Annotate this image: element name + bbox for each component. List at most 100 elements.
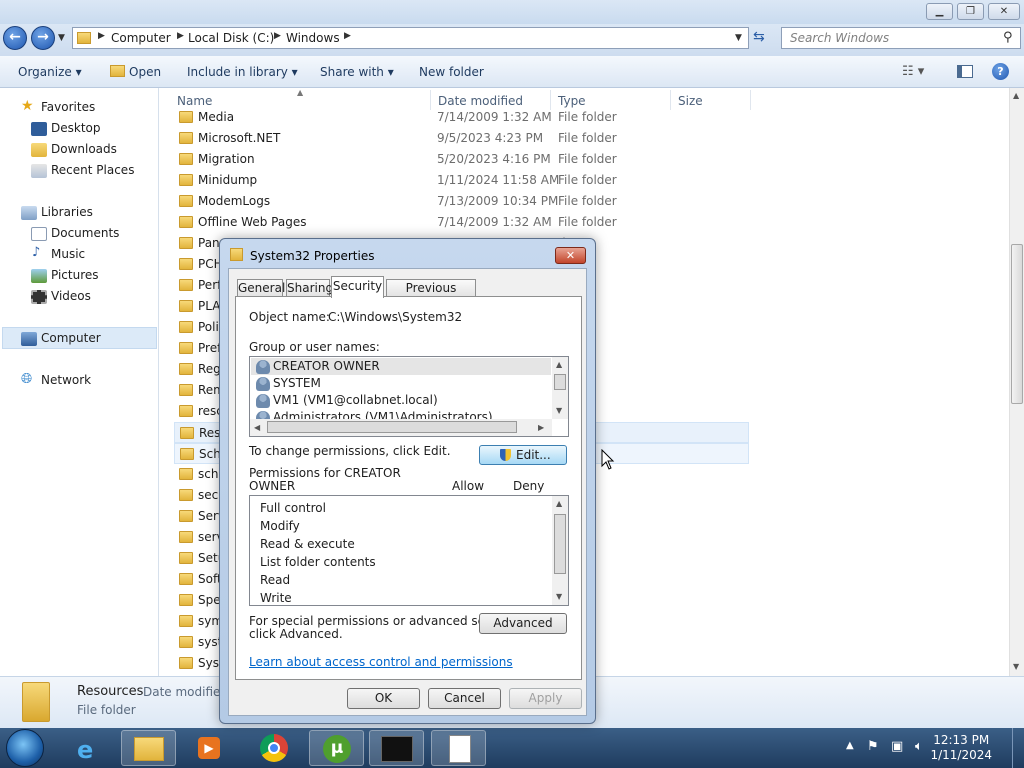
table-row[interactable]: Minidump 1/11/2024 11:58 AM File folder [174,170,749,191]
breadcrumb-separator-icon[interactable]: ▶ [98,31,105,41]
system-clock[interactable]: 12:13 PM 1/11/2024 [930,733,992,763]
scrollbar-thumb[interactable] [554,374,566,390]
help-icon[interactable]: ? [992,63,1009,80]
scroll-up-icon[interactable]: ▲ [1013,91,1019,100]
tab-security[interactable]: Security [331,276,384,298]
apply-button[interactable]: Apply [509,688,582,709]
nav-recent-places[interactable]: Recent Places [51,163,134,177]
breadcrumb-local-disk[interactable]: Local Disk (C:) [188,31,274,45]
start-button[interactable] [6,729,44,767]
permissions-vscroll[interactable]: ▲ ▼ [552,496,568,605]
nav-downloads[interactable]: Downloads [51,142,117,156]
folder-icon [179,321,193,333]
learn-access-control-link[interactable]: Learn about access control and permissio… [249,655,513,669]
address-history-dropdown-icon[interactable]: ▼ [735,33,742,43]
breadcrumb-windows[interactable]: Windows [286,31,340,45]
share-with-button[interactable]: Share with ▾ [320,65,394,79]
folder-icon [179,531,193,543]
show-desktop-button[interactable] [1012,728,1024,768]
column-name[interactable]: Name [177,94,212,108]
action-center-icon[interactable]: ⚑ [867,739,879,754]
network-tray-icon[interactable]: ▣ [891,739,903,754]
breadcrumb-separator-icon[interactable]: ▶ [177,31,184,41]
nav-libraries[interactable]: Libraries [41,205,93,219]
include-in-library-button[interactable]: Include in library ▾ [187,65,298,79]
nav-computer[interactable]: Computer [41,331,101,345]
scroll-left-icon[interactable]: ◀ [254,423,260,432]
file-type: File folder [558,110,617,124]
group-users-label: Group or user names: [249,340,380,354]
close-window-button[interactable]: ✕ [988,3,1020,20]
scroll-right-icon[interactable]: ▶ [538,423,544,432]
list-item[interactable]: CREATOR OWNER [251,358,551,375]
tab-previous-versions[interactable]: Previous Versions [386,279,476,311]
column-date-modified[interactable]: Date modified [438,94,523,108]
taskbar-windows-explorer[interactable] [121,730,176,766]
users-vscroll[interactable]: ▲ ▼ [552,357,568,419]
table-row[interactable]: Media 7/14/2009 1:32 AM File folder [174,107,749,128]
column-divider[interactable] [750,90,751,110]
cancel-button[interactable]: Cancel [428,688,501,709]
scrollbar-thumb[interactable] [1011,244,1023,404]
scroll-up-icon[interactable]: ▲ [556,499,562,508]
taskbar-chrome[interactable] [247,730,302,766]
dialog-close-button[interactable]: ✕ [555,247,586,264]
ok-button[interactable]: OK [347,688,420,709]
list-item[interactable]: SYSTEM [251,375,551,392]
users-listbox[interactable]: CREATOR OWNER SYSTEM VM1 (VM1@collabnet.lo… [249,356,569,437]
table-row[interactable]: Migration 5/20/2023 4:16 PM File folder [174,149,749,170]
column-type[interactable]: Type [558,94,586,108]
file-date: 7/14/2009 1:32 AM [437,215,552,229]
refresh-icon[interactable]: ⇆ [753,29,765,45]
nav-network[interactable]: Network [41,373,91,387]
nav-music[interactable]: Music [51,247,85,261]
taskbar-media-player[interactable]: ▶ [182,730,237,766]
table-row[interactable]: Offline Web Pages 7/14/2009 1:32 AM File f… [174,212,749,233]
open-button[interactable]: Open [129,65,161,79]
downloads-icon [31,143,47,157]
taskbar-notepad[interactable] [431,730,486,766]
new-folder-button[interactable]: New folder [419,65,484,79]
nav-favorites[interactable]: Favorites [41,100,95,114]
users-hscroll[interactable]: ◀ ▶ [250,419,552,436]
view-options-icon[interactable]: ☷ ▾ [902,64,924,79]
search-icon[interactable]: ⚲ [1003,30,1013,45]
scroll-down-icon[interactable]: ▼ [1013,662,1019,671]
address-bar[interactable]: ▶ Computer ▶ Local Disk (C:) ▶ Windows ▶… [72,27,749,49]
nav-desktop[interactable]: Desktop [51,121,101,135]
search-input[interactable]: Search Windows [781,27,1021,49]
nav-pictures[interactable]: Pictures [51,268,99,282]
breadcrumb-computer[interactable]: Computer [111,31,171,45]
volume-muted-icon[interactable]: 🔈︎ [915,739,923,754]
column-size[interactable]: Size [678,94,703,108]
organize-button[interactable]: Organize ▾ [18,65,82,79]
nav-videos[interactable]: Videos [51,289,91,303]
show-hidden-icons-icon[interactable]: ▲ [846,740,854,751]
taskbar-utorrent[interactable]: µ [309,730,364,766]
recent-pages-dropdown-icon[interactable]: ▼ [58,33,65,43]
maximize-button[interactable]: ❐ [957,3,984,20]
list-item[interactable]: VM1 (VM1@collabnet.local) [251,392,551,409]
taskbar-terminal[interactable] [369,730,424,766]
advanced-button[interactable]: Advanced [479,613,567,634]
table-row[interactable]: Microsoft.NET 9/5/2023 4:23 PM File folder [174,128,749,149]
nav-documents[interactable]: Documents [51,226,119,240]
scrollbar-thumb[interactable] [554,514,566,574]
file-list-scrollbar[interactable]: ▲ ▼ [1009,88,1024,676]
tab-sharing[interactable]: Sharing [286,279,333,297]
permissions-listbox[interactable]: Full control Modify Read & execute List fol… [249,495,569,606]
taskbar-internet-explorer[interactable]: e [62,730,117,766]
tab-general[interactable]: General [237,279,285,297]
scroll-up-icon[interactable]: ▲ [556,360,562,369]
table-row[interactable]: ModemLogs 7/13/2009 10:34 PM File folder [174,191,749,212]
scroll-down-icon[interactable]: ▼ [556,592,562,601]
scrollbar-thumb[interactable] [267,421,517,433]
breadcrumb-separator-icon[interactable]: ▶ [344,31,351,41]
back-button[interactable]: ← [3,26,27,50]
scroll-down-icon[interactable]: ▼ [556,406,562,415]
forward-button[interactable]: → [31,26,55,50]
preview-pane-icon[interactable] [957,65,973,78]
minimize-button[interactable]: ▁ [926,3,953,20]
breadcrumb-separator-icon[interactable]: ▶ [274,31,281,41]
edit-button[interactable]: Edit... [479,445,567,465]
